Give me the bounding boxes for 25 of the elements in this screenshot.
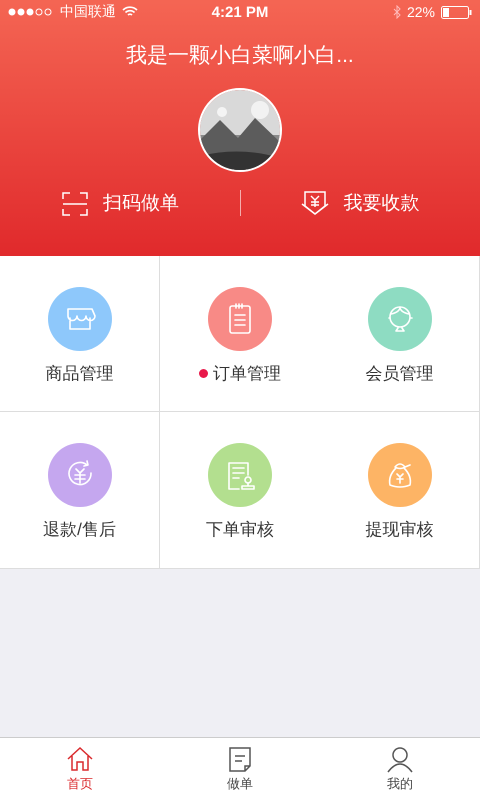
menu-label: 会员管理 [366,363,434,385]
receive-payment-button[interactable]: 我要收款 [240,186,480,220]
menu-label: 下单审核 [206,519,274,541]
menu-label: 提现审核 [366,519,434,541]
wifi-icon [122,6,138,18]
menu-label: 订单管理 [213,363,281,385]
clock-time: 4:21 PM [212,4,268,20]
tab-item[interactable]: 做单 [160,738,320,800]
tab-item[interactable]: 我的 [320,738,480,800]
battery-percent: 22% [406,4,436,20]
carrier-name: 中国联通 [60,3,116,21]
scan-icon [60,190,89,216]
battery-icon [441,6,472,18]
menu-label: 退款/售后 [43,519,116,541]
signal-icon [8,8,54,16]
menu-label: 商品管理 [46,363,114,385]
home-icon [66,746,94,772]
bluetooth-icon [392,5,401,19]
menu-tile[interactable]: 会员管理 [320,256,480,412]
person-icon [386,746,414,772]
profile-name: 我是一颗小白菜啊小白... [126,43,354,69]
yuan-shield-icon [301,190,330,216]
menu-tile[interactable]: 商品管理 [0,256,160,412]
scan-button[interactable]: 扫码做单 [0,186,240,220]
tab-item[interactable]: 首页 [0,738,160,800]
